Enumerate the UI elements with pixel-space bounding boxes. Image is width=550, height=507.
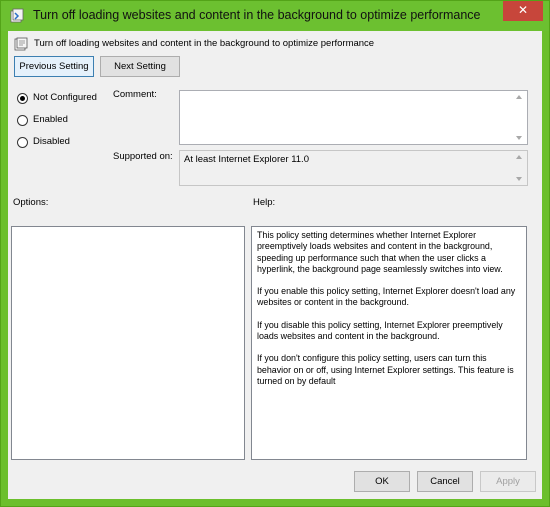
policy-name-heading: Turn off loading websites and content in…: [34, 38, 375, 49]
setting-icon: [14, 37, 28, 51]
comment-scrollbar[interactable]: [513, 91, 527, 144]
radio-label: Disabled: [33, 136, 70, 147]
scroll-down-icon[interactable]: [516, 177, 522, 181]
help-label: Help:: [253, 197, 276, 208]
close-button[interactable]: ✕: [503, 1, 543, 21]
close-icon: ✕: [517, 3, 529, 17]
dialog-client-area: Turn off loading websites and content in…: [8, 31, 542, 499]
supported-scrollbar[interactable]: [513, 151, 527, 185]
supported-on-field: At least Internet Explorer 11.0: [179, 150, 528, 186]
radio-button[interactable]: [17, 115, 28, 126]
help-paragraph: If you disable this policy setting, Inte…: [257, 319, 503, 342]
help-paragraph: If you don't configure this policy setti…: [257, 353, 514, 386]
radio-label: Not Configured: [33, 92, 97, 103]
policy-icon: [10, 8, 24, 23]
comment-label: Comment:: [113, 89, 157, 100]
title-bar[interactable]: Turn off loading websites and content in…: [1, 1, 549, 31]
window-title: Turn off loading websites and content in…: [33, 8, 481, 22]
help-paragraph: This policy setting determines whether I…: [257, 230, 503, 274]
supported-on-value: At least Internet Explorer 11.0: [184, 154, 309, 165]
next-setting-button[interactable]: Next Setting: [100, 56, 180, 77]
cancel-button[interactable]: Cancel: [417, 471, 473, 492]
scroll-up-icon[interactable]: [516, 95, 522, 99]
radio-selected-dot: [20, 96, 25, 101]
radio-label: Enabled: [33, 114, 68, 125]
scroll-down-icon[interactable]: [516, 136, 522, 140]
scroll-up-icon[interactable]: [516, 155, 522, 159]
ok-button[interactable]: OK: [354, 471, 410, 492]
options-label: Options:: [13, 197, 49, 208]
policy-dialog-window: Turn off loading websites and content in…: [0, 0, 550, 507]
help-paragraph: If you enable this policy setting, Inter…: [257, 286, 516, 308]
options-panel[interactable]: [11, 226, 245, 460]
help-panel[interactable]: This policy setting determines whether I…: [251, 226, 527, 460]
comment-field[interactable]: [179, 90, 528, 145]
apply-button[interactable]: Apply: [480, 471, 536, 492]
radio-button[interactable]: [17, 93, 28, 104]
supported-on-label: Supported on:: [113, 151, 173, 162]
previous-setting-button[interactable]: Previous Setting: [14, 56, 94, 77]
radio-button[interactable]: [17, 137, 28, 148]
